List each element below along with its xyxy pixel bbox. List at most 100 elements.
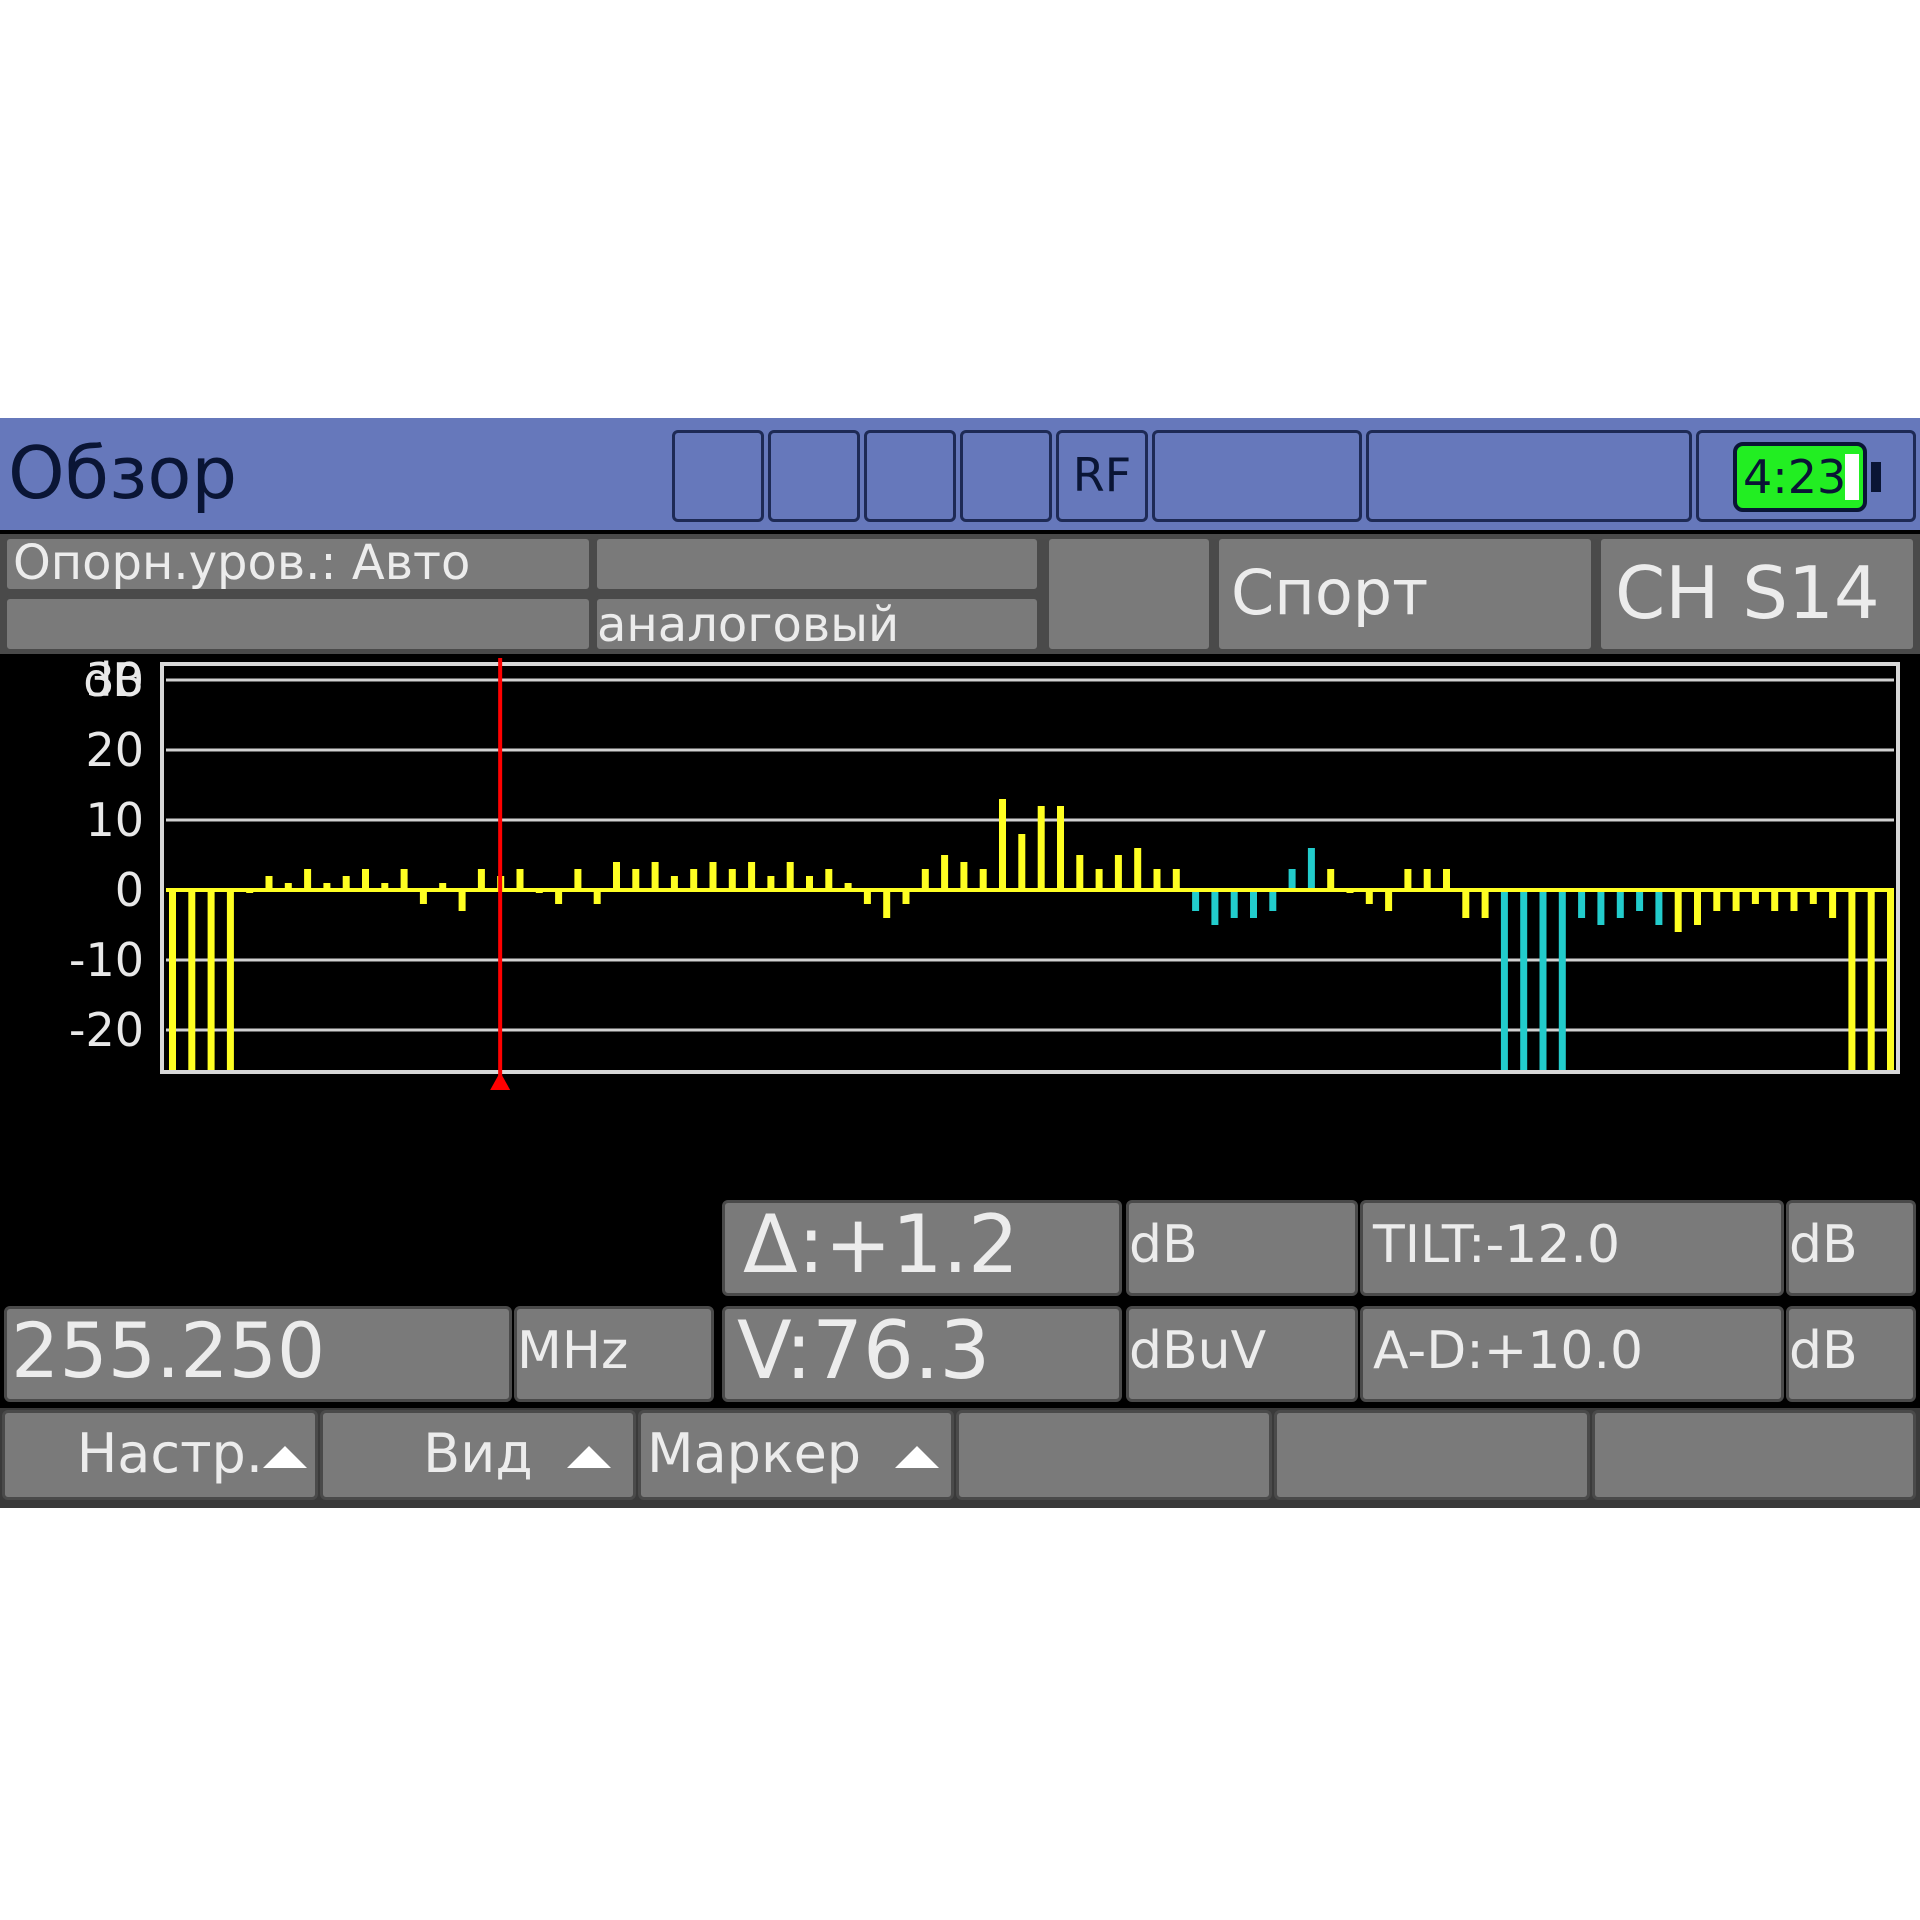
softkey-settings[interactable]: Настр. [2, 1410, 318, 1500]
frequency-unit: MHz [514, 1306, 714, 1402]
y-tick-label: 20 [85, 723, 144, 777]
chart-bar [342, 876, 350, 890]
chart-bar [516, 869, 524, 890]
chart-bar [1655, 890, 1663, 925]
delta-unit: dB [1126, 1200, 1358, 1296]
y-tick-label: 30 [85, 658, 144, 707]
status-slot-6 [1366, 430, 1692, 522]
battery-charge-cap [1845, 454, 1859, 500]
chart-bar [1829, 890, 1837, 918]
softkey-5[interactable] [1274, 1410, 1590, 1500]
chart-bar [1597, 890, 1605, 925]
tilt-unit: dB [1786, 1200, 1916, 1296]
chart-bar [902, 890, 910, 904]
chart-bar [1211, 890, 1219, 925]
status-slot-4 [960, 430, 1052, 522]
ref-level-field[interactable]: Опорн.уров.: Авто [4, 536, 592, 592]
chart-bar [304, 869, 312, 890]
chart-bar [1095, 869, 1103, 890]
status-slot-1 [672, 430, 764, 522]
chart-bar [226, 890, 234, 1070]
battery-time: 4:23 [1743, 450, 1847, 504]
chart-bar [1172, 869, 1180, 890]
softkey-marker-label: Маркер [647, 1422, 862, 1485]
chart-bar [999, 799, 1006, 890]
info-field-blank [4, 596, 592, 652]
chart-bar [1539, 890, 1547, 1070]
chart-bar [169, 890, 176, 1070]
spectrum-chart: dB 3020100-10-20 [69, 658, 1900, 1090]
y-tick-label: 0 [115, 863, 144, 917]
info-field-blank-2 [594, 536, 1040, 592]
marker-triangle-icon[interactable] [490, 1072, 511, 1090]
chart-bar [574, 869, 582, 890]
chart-bar [1230, 890, 1238, 918]
frequency-readout[interactable]: 255.250 [4, 1306, 512, 1402]
chart-bar [1732, 890, 1740, 911]
channel-id-field[interactable]: CH S14 [1598, 536, 1916, 652]
chart-bar [1443, 869, 1450, 890]
chart-bar [1520, 890, 1528, 1070]
chart-bar [400, 869, 408, 890]
chart-bar [1018, 834, 1026, 890]
delta-readout: Δ:+1.2 [722, 1200, 1122, 1296]
tilt-readout: TILT:-12.0 [1360, 1200, 1784, 1296]
chart-bar [613, 862, 620, 890]
chart-bar [883, 890, 891, 918]
triangle-up-icon [263, 1446, 307, 1469]
chart-bar [362, 869, 369, 890]
chart-bar [786, 862, 794, 890]
battery-icon: 4:23 [1733, 442, 1867, 512]
chart-bar [1616, 890, 1624, 918]
info-field-blank-3 [1046, 536, 1212, 652]
chart-bar [825, 869, 833, 890]
mode-field[interactable]: аналоговый [594, 596, 1040, 652]
chart-bar [1578, 890, 1586, 918]
chart-bar [806, 876, 813, 890]
chart-bar [1694, 890, 1701, 925]
softkey-marker[interactable]: Маркер [638, 1410, 954, 1500]
chart-bar [1307, 848, 1315, 890]
chart-bar [1423, 869, 1431, 890]
chart-bar [1481, 890, 1489, 918]
chart-bar [1134, 848, 1142, 890]
chart-bar [1057, 806, 1064, 890]
chart-bar [941, 855, 949, 890]
chart-bar [188, 890, 196, 1070]
page-title: Обзор [8, 431, 238, 515]
y-tick-label: -10 [69, 933, 144, 987]
softkey-view-label: Вид [423, 1422, 533, 1485]
chart-bar [1887, 890, 1894, 1070]
triangle-up-icon [895, 1446, 940, 1469]
chart-bar [1250, 890, 1257, 918]
status-slot-2 [768, 430, 860, 522]
chart-bar [1790, 890, 1798, 911]
chart-bar [1867, 890, 1875, 1070]
chart-bar [1674, 890, 1682, 932]
chart-bar [1771, 890, 1779, 911]
chart-bar [1751, 890, 1759, 904]
channel-name-field[interactable]: Спорт [1216, 536, 1594, 652]
voltage-unit: dBuV [1126, 1306, 1358, 1402]
chart-bar [670, 876, 678, 890]
chart-bar [1192, 890, 1200, 911]
chart-bar [1327, 869, 1335, 890]
chart-bar [767, 876, 775, 890]
chart-bar [1037, 806, 1045, 890]
chart-bar [1288, 869, 1296, 890]
chart-bar [960, 862, 968, 890]
chart-bar [709, 862, 717, 890]
ad-readout: A-D:+10.0 [1360, 1306, 1784, 1402]
ad-unit: dB [1786, 1306, 1916, 1402]
chart-bar [632, 869, 640, 890]
chart-bar [1153, 869, 1161, 890]
chart-bar [863, 890, 871, 904]
chart-bar [728, 869, 736, 890]
chart-bar [1848, 890, 1856, 1070]
chart-bar [1809, 890, 1817, 904]
chart-bar [651, 862, 659, 890]
softkey-6[interactable] [1592, 1410, 1916, 1500]
chart-bar [477, 869, 485, 890]
softkey-view[interactable]: Вид [320, 1410, 636, 1500]
softkey-4[interactable] [956, 1410, 1272, 1500]
